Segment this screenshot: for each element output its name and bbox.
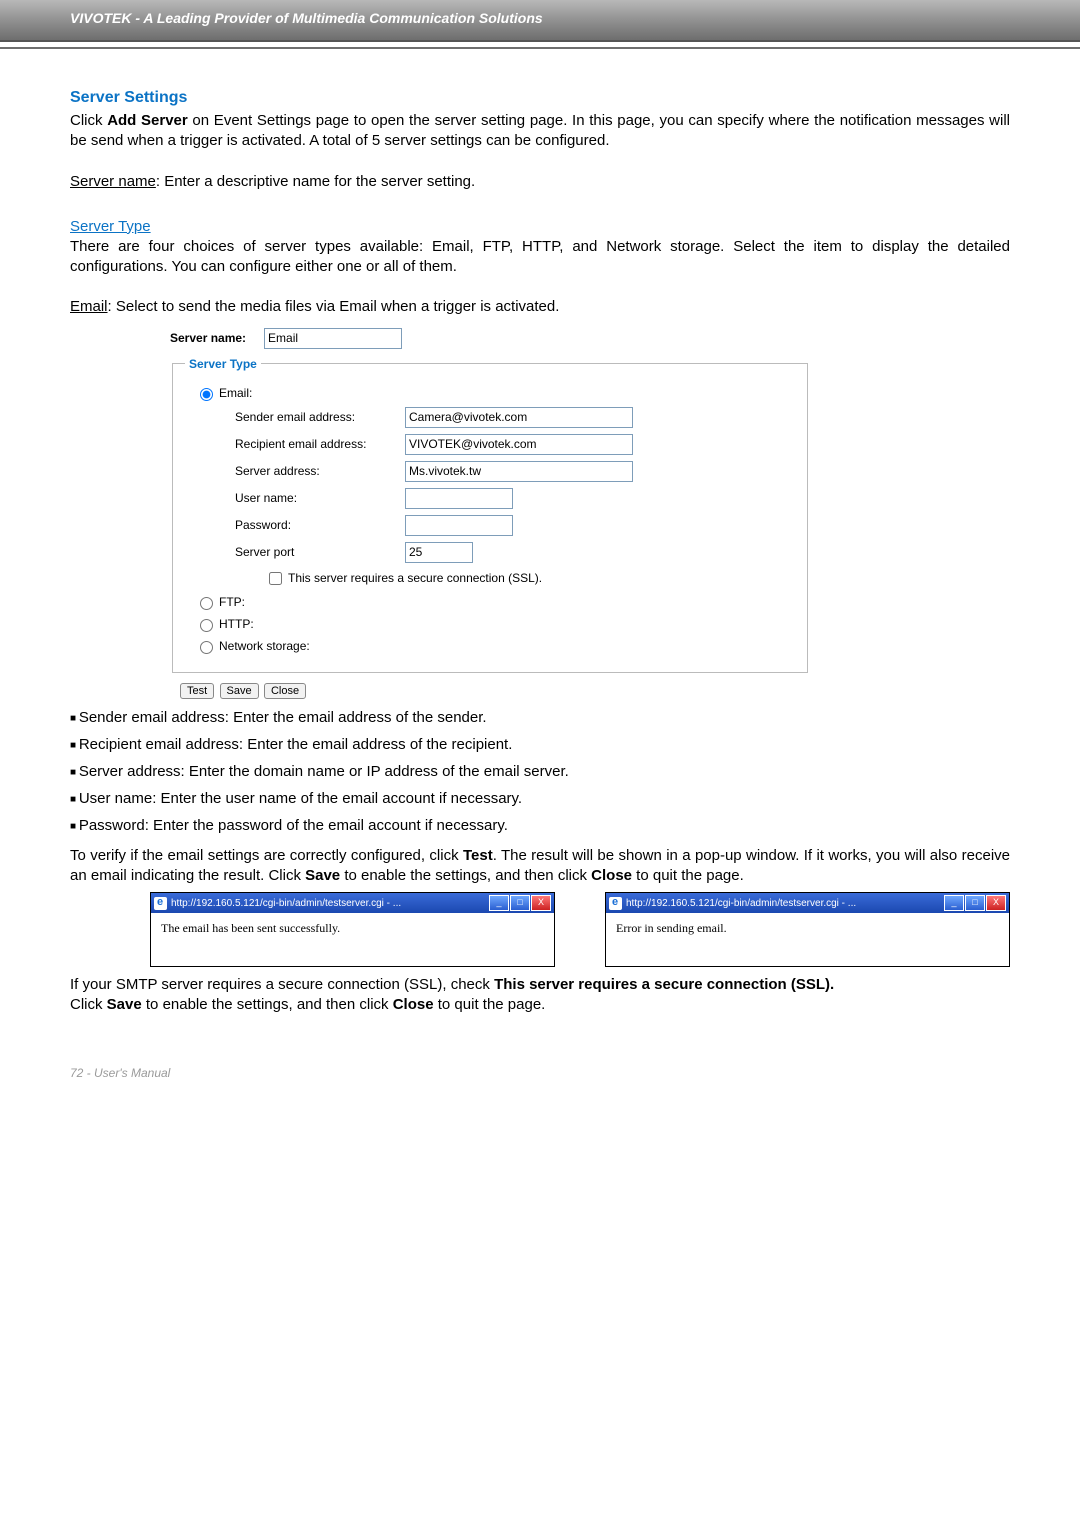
server-name-line: Server name: Enter a descriptive name fo… <box>70 172 1010 192</box>
server-name-input[interactable] <box>264 328 402 349</box>
ie-icon <box>154 897 167 910</box>
popup-success-msg: The email has been sent successfully. <box>151 913 554 966</box>
smtp-save: Save <box>107 996 142 1013</box>
close-icon[interactable]: X <box>531 895 551 911</box>
email-label: Email <box>70 298 108 315</box>
close-button[interactable]: Close <box>264 683 306 699</box>
radio-ftp-label: FTP: <box>219 595 245 609</box>
recipient-label: Recipient email address: <box>235 437 405 451</box>
bullet-5: Password: Enter the password of the emai… <box>70 817 1010 834</box>
password-input[interactable] <box>405 515 513 536</box>
maximize-icon[interactable]: □ <box>510 895 530 911</box>
port-input[interactable] <box>405 542 473 563</box>
server-name-desc: : Enter a descriptive name for the serve… <box>156 173 475 190</box>
server-settings-form: Server name: Server Type Email: Sender e… <box>170 328 810 699</box>
maximize-icon[interactable]: □ <box>965 895 985 911</box>
smtp-paragraph: If your SMTP server requires a secure co… <box>70 975 1010 1016</box>
verify-a: To verify if the email settings are corr… <box>70 847 463 864</box>
test-button[interactable]: Test <box>180 683 214 699</box>
minimize-icon[interactable]: _ <box>489 895 509 911</box>
fieldset-legend: Server Type <box>185 357 261 371</box>
verify-paragraph: To verify if the email settings are corr… <box>70 846 1010 887</box>
ssl-checkbox[interactable] <box>269 572 282 585</box>
port-label: Server port <box>235 545 405 559</box>
radio-ftp[interactable] <box>200 597 213 610</box>
form-server-name-label: Server name: <box>170 331 246 345</box>
popup-success: http://192.160.5.121/cgi-bin/admin/tests… <box>150 892 555 967</box>
popup-success-url: http://192.160.5.121/cgi-bin/admin/tests… <box>171 898 488 909</box>
header-text: VIVOTEK - A Leading Provider of Multimed… <box>0 0 1080 26</box>
popup-error-url: http://192.160.5.121/cgi-bin/admin/tests… <box>626 898 943 909</box>
radio-network[interactable] <box>200 641 213 654</box>
smtp-b: Click <box>70 996 107 1013</box>
smtp-close: Close <box>393 996 434 1013</box>
verify-save: Save <box>305 867 340 884</box>
radio-email[interactable] <box>200 388 213 401</box>
bullet-4: User name: Enter the user name of the em… <box>70 790 1010 807</box>
intro-post: on Event Settings page to open the serve… <box>70 112 1010 149</box>
email-fields-group: Sender email address: Recipient email ad… <box>235 407 795 588</box>
page-footer: 72 - User's Manual <box>0 1066 1080 1110</box>
server-name-label: Server name <box>70 173 156 190</box>
sender-input[interactable] <box>405 407 633 428</box>
minimize-icon[interactable]: _ <box>944 895 964 911</box>
email-line: Email: Select to send the media files vi… <box>70 297 1010 317</box>
server-type-desc: There are four choices of server types a… <box>70 237 1010 278</box>
bullet-1: Sender email address: Enter the email ad… <box>70 709 1010 726</box>
username-input[interactable] <box>405 488 513 509</box>
radio-http-label: HTTP: <box>219 617 254 631</box>
bullet-list: Sender email address: Enter the email ad… <box>70 709 1010 834</box>
close-icon[interactable]: X <box>986 895 1006 911</box>
popup-error: http://192.160.5.121/cgi-bin/admin/tests… <box>605 892 1010 967</box>
intro-paragraph: Click Add Server on Event Settings page … <box>70 111 1010 152</box>
smtp-a: If your SMTP server requires a secure co… <box>70 976 494 993</box>
verify-test: Test <box>463 847 493 864</box>
section-title: Server Settings <box>70 89 1010 107</box>
ssl-label: This server requires a secure connection… <box>288 571 542 585</box>
save-button[interactable]: Save <box>220 683 259 699</box>
smtp-c: to enable the settings, and then click <box>142 996 393 1013</box>
smtp-bold: This server requires a secure connection… <box>494 976 834 993</box>
ie-icon <box>609 897 622 910</box>
verify-close: Close <box>591 867 632 884</box>
verify-d: to quit the page. <box>632 867 744 884</box>
bullet-2: Recipient email address: Enter the email… <box>70 736 1010 753</box>
popup-error-msg: Error in sending email. <box>606 913 1009 966</box>
email-desc: : Select to send the media files via Ema… <box>108 298 560 315</box>
password-label: Password: <box>235 518 405 532</box>
radio-network-label: Network storage: <box>219 639 310 653</box>
radio-email-label: Email: <box>219 386 252 400</box>
radio-http[interactable] <box>200 619 213 632</box>
verify-c: to enable the settings, and then click <box>340 867 591 884</box>
serveraddr-label: Server address: <box>235 464 405 478</box>
intro-bold: Add Server <box>107 112 188 129</box>
recipient-input[interactable] <box>405 434 633 455</box>
page-header-band: VIVOTEK - A Leading Provider of Multimed… <box>0 0 1080 42</box>
server-type-heading: Server Type <box>70 218 151 235</box>
serveraddr-input[interactable] <box>405 461 633 482</box>
server-type-fieldset: Server Type Email: Sender email address:… <box>172 357 808 673</box>
sender-label: Sender email address: <box>235 410 405 424</box>
username-label: User name: <box>235 491 405 505</box>
smtp-d: to quit the page. <box>434 996 546 1013</box>
bullet-3: Server address: Enter the domain name or… <box>70 763 1010 780</box>
intro-pre: Click <box>70 112 107 129</box>
